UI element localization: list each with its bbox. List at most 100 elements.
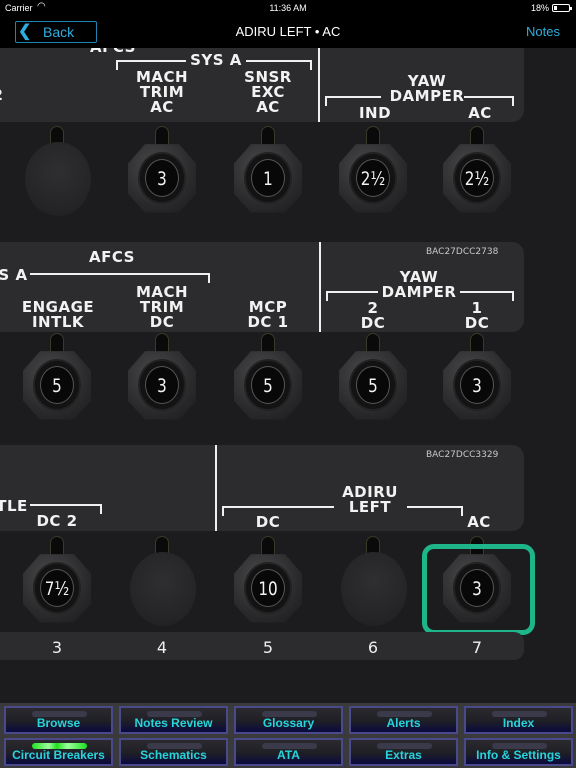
breaker-collar-icon (50, 536, 64, 556)
breaker-nut (130, 552, 196, 626)
bracket-line (222, 506, 224, 516)
circuit-breaker[interactable]: 3 (122, 331, 202, 441)
label-engage-intlk: ENGAGE INTLK (21, 298, 95, 331)
breaker-collar-icon (261, 126, 275, 146)
toolbar-button-info-settings[interactable]: Info & Settings (464, 738, 573, 766)
toolbar-button-ata[interactable]: ATA (234, 738, 343, 766)
breaker-blank-plug[interactable] (17, 124, 97, 234)
label-dc2: DC 2 (36, 512, 78, 530)
circuit-breaker[interactable]: 2½ (437, 124, 517, 234)
toolbar-button-label: Notes Review (134, 716, 213, 730)
circuit-breaker[interactable]: 3 (437, 331, 517, 441)
label-adiru-left: ADIRU LEFT (342, 483, 398, 516)
battery-percent: 18% (530, 3, 549, 13)
breaker-collar-icon (155, 126, 169, 146)
label-mach-trim-dc: MACH TRIM DC (135, 283, 189, 331)
label-1-dc: 1 DC (464, 299, 490, 332)
status-time: 11:36 AM (269, 3, 307, 13)
breaker-rating: 2½ (464, 168, 490, 190)
breaker-rating: 3 (157, 168, 167, 190)
breaker-rating: 2½ (360, 168, 386, 190)
bracket-line (460, 291, 514, 293)
toolbar-button-label: Extras (385, 748, 422, 762)
breaker-rating: 5 (368, 375, 378, 397)
battery-fill (554, 6, 557, 10)
label-left-edge: 2 (0, 88, 4, 103)
divider-line (319, 242, 321, 332)
breaker-panel: AFCS 2 SYS A MACH TRIM AC SNSR EXC AC YA… (0, 48, 576, 703)
breaker-rating: 3 (472, 578, 482, 600)
toolbar-button-label: Index (502, 716, 535, 730)
label-snsr-exc-ac: SNSR EXC AC (244, 68, 292, 116)
breaker-collar-icon (470, 536, 484, 556)
bracket-line (464, 96, 514, 98)
column-number: 7 (471, 638, 483, 657)
toolbar-button-label: Circuit Breakers (12, 748, 105, 762)
bracket-line (30, 273, 210, 275)
toolbar-button-schematics[interactable]: Schematics (119, 738, 228, 766)
breaker-collar-icon (366, 333, 380, 353)
circuit-breaker[interactable]: 7½ (17, 534, 97, 644)
toolbar-button-extras[interactable]: Extras (349, 738, 458, 766)
bracket-line (246, 60, 312, 62)
breaker-blank-plug[interactable] (333, 534, 413, 644)
label-2-dc: 2 DC (360, 299, 386, 332)
breaker-collar-icon (470, 126, 484, 146)
breaker-rating: 5 (52, 375, 62, 397)
divider-line (215, 445, 217, 531)
bracket-line (116, 60, 186, 62)
toolbar-button-browse[interactable]: Browse (4, 706, 113, 734)
bracket-line (325, 96, 327, 106)
breaker-nut (25, 142, 91, 216)
breaker-collar-icon (50, 333, 64, 353)
bracket-line (325, 96, 381, 98)
bracket-line (512, 291, 514, 301)
breaker-rating: 1 (263, 168, 273, 190)
label-afcs: AFCS (89, 248, 135, 266)
bracket-line (326, 291, 378, 293)
bracket-line (310, 60, 312, 70)
column-number: 6 (367, 638, 379, 657)
label-dc: DC (255, 513, 281, 531)
label-yaw-damper-dc: YAW DAMPER (381, 268, 457, 301)
toolbar-button-circuit-breakers[interactable]: Circuit Breakers (4, 738, 113, 766)
nav-bar: ❮ Back ADIRU LEFT • AC Notes (0, 16, 576, 48)
bracket-line (512, 96, 514, 106)
panel-code: BAC27DCC2738 (426, 247, 499, 257)
battery-icon (552, 4, 572, 12)
label-mach-trim-ac: MACH TRIM AC (135, 68, 189, 116)
circuit-breaker[interactable]: 5 (228, 331, 308, 441)
circuit-breaker[interactable]: 3 (437, 534, 517, 644)
circuit-breaker[interactable]: 1 (228, 124, 308, 234)
toolbar-button-index[interactable]: Index (464, 706, 573, 734)
notes-button[interactable]: Notes (526, 24, 560, 39)
bracket-line (208, 273, 210, 283)
label-sys-a-partial: S A (0, 266, 28, 284)
toolbar-button-label: Info & Settings (476, 748, 561, 762)
label-ind: IND (358, 104, 392, 122)
toolbar-button-notes-review[interactable]: Notes Review (119, 706, 228, 734)
column-number: 5 (262, 638, 274, 657)
toolbar-button-label: ATA (277, 748, 300, 762)
breaker-nut (341, 552, 407, 626)
circuit-breaker[interactable]: 10 (228, 534, 308, 644)
breaker-blank-plug[interactable] (122, 534, 202, 644)
breaker-collar-icon (261, 333, 275, 353)
breaker-rating: 7½ (44, 578, 70, 600)
circuit-breaker[interactable]: 2½ (333, 124, 413, 234)
bracket-line (30, 504, 102, 506)
label-afcs-partial: AFCS (88, 48, 138, 55)
label-sys-a: SYS A (190, 51, 242, 69)
label-mcp-dc1: MCP DC 1 (247, 298, 289, 331)
toolbar-button-glossary[interactable]: Glossary (234, 706, 343, 734)
circuit-breaker[interactable]: 5 (333, 331, 413, 441)
label-throttle-partial: TLE (0, 497, 28, 515)
toolbar-button-alerts[interactable]: Alerts (349, 706, 458, 734)
column-number: 4 (156, 638, 168, 657)
breaker-collar-icon (155, 333, 169, 353)
column-number: 3 (51, 638, 63, 657)
circuit-breaker[interactable]: 5 (17, 331, 97, 441)
circuit-breaker[interactable]: 3 (122, 124, 202, 234)
status-bar: Carrier ◠ 11:36 AM 18% (0, 0, 576, 16)
bracket-line (407, 506, 463, 508)
